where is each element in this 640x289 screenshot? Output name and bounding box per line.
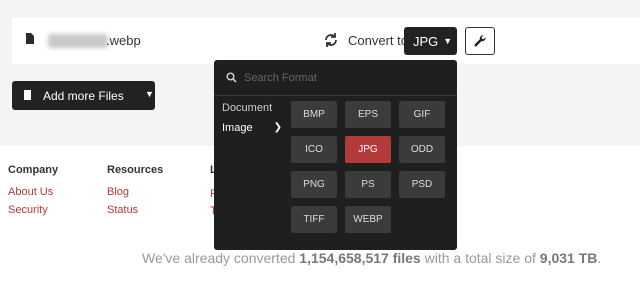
format-option-eps[interactable]: EPS [345, 101, 391, 128]
stats-files-count: 1,154,658,517 files [299, 250, 421, 266]
chevron-down-icon: ▼ [443, 36, 453, 46]
format-dropdown: Document Image ❯ BMP EPS GIF ICO JPG ODD… [214, 60, 457, 250]
search-icon [226, 72, 237, 83]
footer-heading-company: Company [8, 164, 59, 176]
format-option-odd[interactable]: ODD [399, 136, 445, 163]
format-option-tiff[interactable]: TIFF [291, 206, 337, 233]
format-option-psd[interactable]: PSD [399, 171, 445, 198]
file-name-redacted [48, 34, 108, 48]
format-category-list: Document Image ❯ [214, 98, 290, 138]
format-option-ico[interactable]: ICO [291, 136, 337, 163]
wrench-icon [474, 35, 486, 47]
category-label: Image [222, 122, 253, 134]
footer-link-status[interactable]: Status [107, 204, 163, 216]
settings-button[interactable] [465, 27, 495, 55]
file-row: .webp Convert to JPG ▼ [12, 18, 640, 64]
selected-format-label: JPG [413, 33, 439, 49]
format-search-row [214, 60, 457, 96]
file-name-extension: .webp [106, 33, 141, 48]
format-option-png[interactable]: PNG [291, 171, 337, 198]
format-option-ps[interactable]: PS [345, 171, 391, 198]
refresh-icon[interactable] [322, 31, 340, 49]
category-image[interactable]: Image ❯ [214, 118, 290, 138]
footer-column-company: Company About Us Security [8, 164, 58, 222]
stats-middle: with a total size of [420, 250, 540, 266]
add-more-files-button[interactable]: Add more Files ▼ [12, 81, 155, 110]
conversion-stats: We've already converted 1,154,658,517 fi… [142, 250, 601, 266]
add-more-files-label: Add more Files [43, 89, 124, 103]
footer-heading-resources: Resources [107, 164, 164, 176]
chevron-right-icon: ❯ [273, 122, 282, 133]
category-label: Document [222, 102, 273, 114]
footer-column-resources: Resources Blog Status [107, 164, 163, 222]
chevron-down-icon: ▼ [145, 89, 154, 99]
format-option-jpg[interactable]: JPG [345, 136, 391, 163]
convert-to-label: Convert to [348, 33, 408, 48]
file-icon [26, 33, 34, 44]
stats-total-size: 9,031 TB [539, 250, 598, 266]
stats-prefix: We've already converted [142, 250, 300, 266]
format-select-button[interactable]: JPG ▼ [404, 27, 457, 55]
format-option-gif[interactable]: GIF [399, 101, 445, 128]
footer-link-blog[interactable]: Blog [107, 186, 163, 198]
file-icon [24, 90, 31, 100]
format-search-input[interactable] [244, 69, 444, 87]
format-option-bmp[interactable]: BMP [291, 101, 337, 128]
stats-suffix: . [597, 250, 602, 266]
format-option-webp[interactable]: WEBP [345, 206, 391, 233]
footer-link-security[interactable]: Security [8, 204, 58, 216]
top-band [0, 0, 640, 14]
category-document[interactable]: Document [214, 98, 290, 118]
footer-link-about-us[interactable]: About Us [8, 186, 58, 198]
